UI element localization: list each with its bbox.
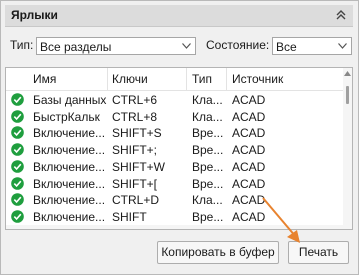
check-circle-icon <box>11 210 24 223</box>
type-label: Тип: <box>10 38 34 52</box>
row-source: ACAD <box>232 93 266 107</box>
double-chevron-up-icon[interactable] <box>334 8 348 22</box>
row-keys: SHIFT+[ <box>112 176 158 191</box>
column-header-name[interactable]: Имя <box>33 72 56 86</box>
table-row[interactable]: Включение... SHIFT+W Вре... ACAD <box>6 159 344 175</box>
table-row[interactable]: БыстрКальк CTRL+8 Кла... ACAD <box>6 109 344 125</box>
row-type: Кла... <box>192 193 223 208</box>
print-button[interactable]: Печать <box>288 241 349 264</box>
check-circle-icon <box>11 126 24 140</box>
state-dropdown-value: Все <box>276 40 297 54</box>
check-circle-icon <box>11 193 24 206</box>
table-row[interactable]: Базы данных CTRL+6 Кла... ACAD <box>6 92 344 108</box>
row-source: ACAD <box>232 193 266 208</box>
row-source: ACAD <box>232 143 266 158</box>
row-keys: SHIFT+S <box>112 126 162 141</box>
column-divider[interactable] <box>107 68 108 90</box>
row-name: Базы данных <box>33 93 107 107</box>
check-circle-icon <box>11 159 24 173</box>
chevron-down-icon <box>338 43 347 49</box>
row-name: БыстрКальк <box>33 109 100 124</box>
horizontal-scrollbar[interactable] <box>6 225 344 229</box>
row-name: Включение... <box>33 209 106 224</box>
type-dropdown[interactable]: Все разделы <box>36 37 196 55</box>
shortcuts-list[interactable]: Имя Ключи Тип Источник Базы данных CTRL+6… <box>5 67 353 230</box>
state-dropdown[interactable]: Все <box>272 37 352 55</box>
type-dropdown-value: Все разделы <box>40 40 112 54</box>
row-type: Кла... <box>192 93 223 107</box>
row-keys: CTRL+D <box>112 193 160 208</box>
panel-title: Ярлыки <box>11 8 58 22</box>
check-circle-icon <box>11 176 24 190</box>
row-source: ACAD <box>232 176 266 191</box>
row-keys: CTRL+8 <box>112 109 158 124</box>
row-keys: SHIFT <box>112 209 147 224</box>
row-type: Вре... <box>192 143 224 158</box>
row-name: Включение... <box>33 176 106 191</box>
row-keys: SHIFT+W <box>112 159 165 174</box>
row-source: ACAD <box>232 126 266 141</box>
row-type: Вре... <box>192 209 224 224</box>
row-name: Включение... <box>33 159 106 174</box>
check-circle-icon <box>11 143 24 156</box>
vertical-scrollbar[interactable] <box>343 68 352 229</box>
row-keys: CTRL+6 <box>112 93 158 107</box>
column-divider[interactable] <box>226 68 227 90</box>
row-source: ACAD <box>232 209 266 224</box>
column-divider[interactable] <box>186 68 187 90</box>
copy-to-clipboard-button[interactable]: Копировать в буфер <box>157 241 279 264</box>
row-name: Включение... <box>33 126 106 141</box>
title-bar: Ярлыки <box>5 5 353 27</box>
column-header-source[interactable]: Источник <box>232 72 283 86</box>
table-row[interactable]: Включение... SHIFT+[ Вре... ACAD <box>6 176 344 192</box>
row-name: Включение... <box>33 143 106 158</box>
row-source: ACAD <box>232 109 266 124</box>
row-type: Кла... <box>192 109 223 124</box>
chevron-down-icon <box>182 43 191 49</box>
shortcuts-panel: Ярлыки Тип: Все разделы Состояние: Все И… <box>0 0 359 275</box>
scrollbar-thumb[interactable] <box>346 86 349 104</box>
scroll-up-icon[interactable] <box>344 71 351 76</box>
state-label: Состояние: <box>206 38 270 52</box>
row-type: Вре... <box>192 176 224 191</box>
table-row[interactable]: Включение... SHIFT+S Вре... ACAD <box>6 125 344 141</box>
row-type: Вре... <box>192 159 224 174</box>
row-type: Вре... <box>192 126 224 141</box>
table-row[interactable]: Включение... CTRL+D Кла... ACAD <box>6 192 344 208</box>
row-name: Включение... <box>33 193 106 208</box>
column-header-type[interactable]: Тип <box>192 72 212 86</box>
column-header-keys[interactable]: Ключи <box>112 72 148 86</box>
list-header: Имя Ключи Тип Источник <box>6 68 344 91</box>
check-circle-icon <box>11 109 24 123</box>
table-row[interactable]: Включение... SHIFT Вре... ACAD <box>6 209 344 225</box>
table-row[interactable]: Включение... SHIFT+; Вре... ACAD <box>6 142 344 158</box>
row-source: ACAD <box>232 159 266 174</box>
check-circle-icon <box>11 93 24 106</box>
row-keys: SHIFT+; <box>112 143 158 158</box>
